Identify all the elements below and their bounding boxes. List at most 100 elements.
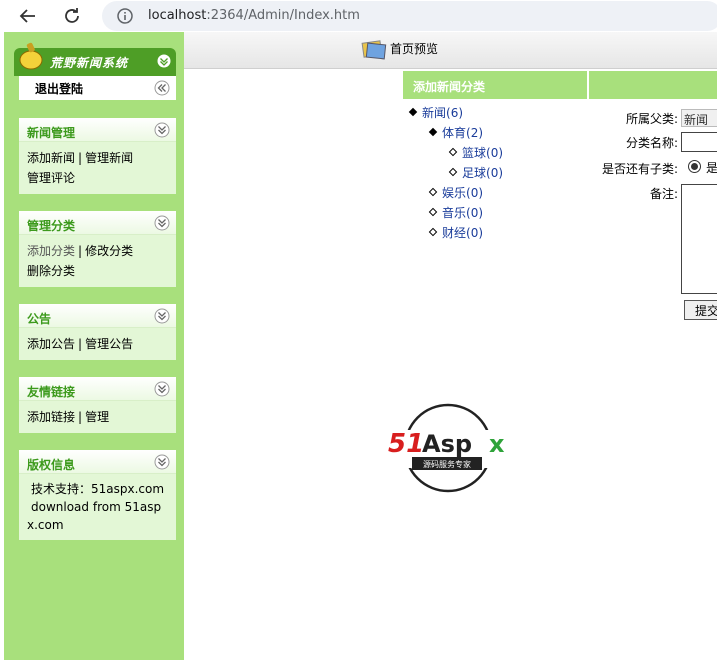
diamond-outline-icon	[428, 207, 438, 217]
admin-app: 荒野新闻系统 退出登陆 新闻管理 添加新闻 | 管理新闻 管理评论 管理分类 添…	[0, 32, 717, 660]
manage-links-link[interactable]: 管理	[85, 410, 109, 424]
tree-node-count: (0)	[466, 186, 484, 200]
arrow-left-icon	[19, 9, 35, 23]
manage-news-link[interactable]: 管理新闻	[85, 151, 133, 165]
add-category-link[interactable]: 添加分类	[27, 244, 75, 258]
tree-node[interactable]: 音乐(0)	[428, 204, 484, 220]
panel-header[interactable]: 公告	[19, 304, 176, 328]
parent-category-label: 所属父类:	[625, 112, 678, 126]
header-divider	[587, 71, 589, 99]
panel-body: 添加新闻 | 管理新闻 管理评论	[19, 142, 176, 194]
tree-node-count: (0)	[486, 166, 504, 180]
tree-node-count: (6)	[446, 106, 464, 120]
logout-bar[interactable]: 退出登陆	[19, 76, 176, 100]
tree-node-count: (0)	[486, 146, 504, 160]
tree-node[interactable]: 足球(0)	[448, 164, 504, 180]
panel-categories: 管理分类 添加分类 | 修改分类 删除分类	[19, 211, 176, 287]
submit-button[interactable]: 提交	[684, 300, 717, 320]
tree-node-label[interactable]: 音乐	[442, 206, 466, 220]
tree-node[interactable]: 篮球(0)	[448, 144, 504, 160]
panel-news: 新闻管理 添加新闻 | 管理新闻 管理评论	[19, 118, 176, 194]
section-header: 添加新闻分类	[403, 71, 717, 99]
double-chevron-down-icon[interactable]	[154, 215, 170, 231]
note-textarea[interactable]	[681, 184, 717, 294]
copyright-line: download from 51asp	[31, 500, 162, 514]
add-link-link[interactable]: 添加链接	[27, 410, 75, 424]
panel-header[interactable]: 版权信息	[19, 450, 176, 474]
diamond-outline-icon	[428, 187, 438, 197]
panel-announcements: 公告 添加公告 | 管理公告	[19, 304, 176, 360]
tree-node[interactable]: 财经(0)	[428, 224, 484, 240]
manage-comments-link[interactable]: 管理评论	[27, 171, 75, 185]
panel-header[interactable]: 友情链接	[19, 377, 176, 401]
diamond-outline-icon	[428, 227, 438, 237]
copyright-line: x.com	[27, 518, 64, 532]
tree-node[interactable]: 体育(2)	[428, 124, 484, 140]
double-chevron-left-icon[interactable]	[154, 80, 170, 96]
panel-copyright: 版权信息 技术支持：51aspx.com download from 51asp…	[19, 450, 176, 540]
section-title: 添加新闻分类	[413, 80, 486, 94]
tree-node-count: (0)	[466, 206, 484, 220]
panel-title: 管理分类	[27, 219, 76, 233]
note-label: 备注:	[649, 187, 678, 201]
panel-body: 添加分类 | 修改分类 删除分类	[19, 235, 176, 287]
logo-header: 荒野新闻系统	[14, 42, 176, 76]
collapse-icon[interactable]	[156, 53, 172, 69]
tree-node-count: (0)	[466, 226, 484, 240]
panel-title: 新闻管理	[27, 126, 76, 140]
tree-node-label[interactable]: 新闻	[422, 106, 446, 120]
tree-node-label[interactable]: 足球	[462, 166, 486, 180]
panel-links: 友情链接 添加链接 | 管理	[19, 377, 176, 433]
svg-text:51: 51	[388, 429, 424, 459]
panel-header[interactable]: 管理分类	[19, 211, 176, 235]
tree-node[interactable]: 娱乐(0)	[428, 184, 484, 200]
browser-toolbar: localhost:2364/Admin/Index.htm	[0, 0, 717, 32]
double-chevron-down-icon[interactable]	[154, 454, 170, 470]
home-preview-link[interactable]: 首页预览	[390, 40, 438, 57]
svg-text:源码服务专家: 源码服务专家	[423, 459, 471, 469]
copyright-line: 技术支持：51aspx.com	[31, 482, 165, 496]
tree-node-label[interactable]: 娱乐	[442, 186, 466, 200]
51aspx-watermark-logo: 51 Asp x 源码服务专家	[386, 403, 512, 493]
tree-node-label[interactable]: 体育	[442, 126, 466, 140]
has-subcategory-yes-radio[interactable]	[688, 160, 701, 173]
category-name-input[interactable]	[681, 132, 717, 152]
add-news-link[interactable]: 添加新闻	[27, 151, 75, 165]
has-subcategory-yes-label[interactable]: 是	[706, 159, 717, 176]
reload-button[interactable]	[60, 4, 84, 28]
parent-category-select[interactable]: 新闻	[681, 109, 717, 127]
sidebar: 荒野新闻系统 退出登陆 新闻管理 添加新闻 | 管理新闻 管理评论 管理分类 添…	[4, 32, 184, 660]
lightbulb-logo-icon	[19, 42, 43, 70]
edit-category-link[interactable]: 修改分类	[85, 244, 133, 258]
panel-title: 友情链接	[27, 385, 76, 399]
diamond-outline-icon	[448, 147, 458, 157]
panel-body: 添加公告 | 管理公告	[19, 328, 176, 360]
tree-node-label[interactable]: 财经	[442, 226, 466, 240]
diamond-outline-icon	[448, 167, 458, 177]
address-bar[interactable]: localhost:2364/Admin/Index.htm	[102, 1, 717, 31]
preview-icon[interactable]	[360, 38, 388, 62]
url-text: localhost:2364/Admin/Index.htm	[148, 8, 360, 23]
panel-title: 公告	[27, 312, 52, 326]
add-announcement-link[interactable]: 添加公告	[27, 337, 75, 351]
delete-category-link[interactable]: 删除分类	[27, 264, 75, 278]
info-icon[interactable]	[116, 7, 134, 25]
tree-node-count: (2)	[466, 126, 484, 140]
svg-text:Asp: Asp	[422, 430, 472, 458]
tree-node-label[interactable]: 篮球	[462, 146, 486, 160]
category-name-label: 分类名称:	[625, 136, 678, 150]
double-chevron-down-icon[interactable]	[154, 122, 170, 138]
tree-node[interactable]: 新闻(6)	[408, 104, 464, 120]
manage-announcement-link[interactable]: 管理公告	[85, 337, 133, 351]
diamond-bullet-icon	[428, 127, 438, 137]
panel-header[interactable]: 新闻管理	[19, 118, 176, 142]
panel-body: 技术支持：51aspx.com download from 51asp x.co…	[19, 474, 176, 540]
diamond-bullet-icon	[408, 107, 418, 117]
double-chevron-down-icon[interactable]	[154, 381, 170, 397]
system-title: 荒野新闻系统	[50, 56, 129, 70]
reload-icon	[65, 8, 79, 23]
panel-title: 版权信息	[27, 458, 76, 472]
double-chevron-down-icon[interactable]	[154, 308, 170, 324]
logout-link[interactable]: 退出登陆	[35, 80, 83, 97]
back-button[interactable]	[16, 4, 40, 28]
